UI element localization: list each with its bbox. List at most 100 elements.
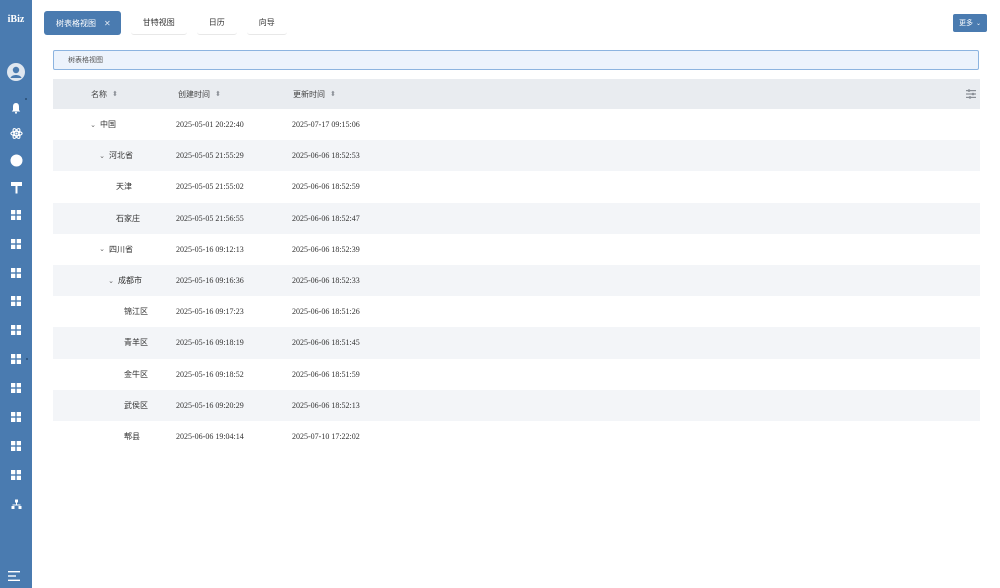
tab-tree-grid-view[interactable]: 树表格视图 ✕ xyxy=(44,11,121,35)
tree-grid: 名称 ⬍ 创建时间 ⬍ 更新时间 ⬍ ⌄ 中国 2025-05-01 20:22… xyxy=(53,79,980,452)
breadcrumb: 树表格视图 xyxy=(53,50,979,70)
cell-name: 锦江区 xyxy=(124,296,148,327)
cell-created: 2025-05-05 21:56:55 xyxy=(176,213,244,223)
tab-label: 向导 xyxy=(258,18,275,27)
chevron-down-icon[interactable]: ⌄ xyxy=(88,121,98,129)
indicator-dot xyxy=(26,358,28,360)
row-name: 金牛区 xyxy=(124,369,148,379)
column-header-label: 名称 xyxy=(91,89,107,99)
table-row[interactable]: ⌄ 河北省 2025-05-05 21:55:29 2025-06-06 18:5… xyxy=(53,140,980,172)
cell-name: 郫县 xyxy=(124,421,140,452)
cell-created: 2025-05-01 20:22:40 xyxy=(176,120,244,130)
grid-icon[interactable] xyxy=(7,321,25,339)
column-header-updated[interactable]: 更新时间 ⬍ xyxy=(293,79,336,109)
table-row[interactable]: 石家庄 2025-05-05 21:56:55 2025-06-06 18:52… xyxy=(53,202,980,234)
chevron-down-icon[interactable]: ⌄ xyxy=(97,245,107,253)
cell-name: ⌄ 河北省 xyxy=(97,140,133,171)
sort-icon[interactable]: ⬍ xyxy=(215,91,221,98)
grid-icon[interactable] xyxy=(7,235,25,253)
app-window: iBiz 树表格视图 ✕ 甘特视图 日历 向导 更多 ⌄ 树表格视图 名称 ⬍ … xyxy=(0,0,1000,588)
cell-created: 2025-05-05 21:55:29 xyxy=(176,151,244,161)
cell-created: 2025-05-16 09:20:29 xyxy=(176,400,244,410)
cell-name: ⌄ 四川省 xyxy=(97,234,133,265)
cell-updated: 2025-06-06 18:52:39 xyxy=(292,244,360,254)
tab-wizard[interactable]: 向导 xyxy=(246,11,287,35)
cell-created: 2025-05-16 09:18:52 xyxy=(176,369,244,379)
user-avatar-icon[interactable] xyxy=(6,62,26,82)
cell-created: 2025-05-16 09:12:13 xyxy=(176,244,244,254)
grid-icon[interactable] xyxy=(7,292,25,310)
cell-name: 武侯区 xyxy=(124,390,148,421)
column-settings-icon[interactable] xyxy=(966,89,976,99)
grid-icon[interactable] xyxy=(7,466,25,484)
cell-updated: 2025-06-06 18:52:53 xyxy=(292,151,360,161)
main-content: 树表格视图 ✕ 甘特视图 日历 向导 更多 ⌄ 树表格视图 名称 ⬍ 创建时间 … xyxy=(32,0,1000,588)
notification-dot xyxy=(25,98,27,100)
chevron-down-icon[interactable]: ⌄ xyxy=(106,277,116,285)
tab-gantt-view[interactable]: 甘特视图 xyxy=(130,11,187,35)
table-row[interactable]: ⌄ 四川省 2025-05-16 09:12:13 2025-06-06 18:5… xyxy=(53,234,980,265)
table-row[interactable]: 青羊区 2025-05-16 09:18:19 2025-06-06 18:51… xyxy=(53,327,980,359)
close-icon[interactable]: ✕ xyxy=(104,19,111,28)
more-button[interactable]: 更多 ⌄ xyxy=(953,14,987,32)
row-name: 石家庄 xyxy=(116,213,140,223)
grid-icon[interactable] xyxy=(7,437,25,455)
sitemap-icon[interactable] xyxy=(7,495,25,513)
grid-icon[interactable] xyxy=(7,408,25,426)
cell-updated: 2025-07-17 09:15:06 xyxy=(292,120,360,130)
grid-header: 名称 ⬍ 创建时间 ⬍ 更新时间 ⬍ xyxy=(53,79,980,109)
cell-updated: 2025-07-10 17:22:02 xyxy=(292,431,360,441)
table-row[interactable]: 天津 2025-05-05 21:55:02 2025-06-06 18:52:… xyxy=(53,171,980,202)
chevron-down-icon: ⌄ xyxy=(975,20,982,27)
cell-updated: 2025-06-06 18:52:13 xyxy=(292,400,360,410)
brand-logo[interactable]: iBiz xyxy=(0,14,32,25)
row-name: 武侯区 xyxy=(124,400,148,410)
tab-calendar[interactable]: 日历 xyxy=(196,11,237,35)
sort-icon[interactable]: ⬍ xyxy=(112,91,118,98)
cell-name: ⌄ 中国 xyxy=(88,109,116,140)
row-name: 青羊区 xyxy=(124,338,148,348)
view-tabs: 树表格视图 ✕ 甘特视图 日历 向导 xyxy=(44,11,297,35)
column-header-label: 更新时间 xyxy=(293,89,325,99)
cell-updated: 2025-06-06 18:51:59 xyxy=(292,369,360,379)
chevron-down-icon[interactable]: ⌄ xyxy=(97,152,107,160)
grid-icon[interactable] xyxy=(7,206,25,224)
atom-icon[interactable] xyxy=(7,124,25,142)
bell-icon[interactable] xyxy=(7,99,25,117)
table-row[interactable]: 郫县 2025-06-06 19:04:14 2025-07-10 17:22:… xyxy=(53,421,980,452)
row-name: 天津 xyxy=(116,182,132,192)
sidebar: iBiz xyxy=(0,0,32,588)
column-header-name[interactable]: 名称 ⬍ xyxy=(91,79,118,109)
breadcrumb-label: 树表格视图 xyxy=(68,57,103,64)
table-row[interactable]: 武侯区 2025-05-16 09:20:29 2025-06-06 18:52… xyxy=(53,389,980,421)
grid-icon[interactable] xyxy=(7,350,25,368)
grid-icon[interactable] xyxy=(7,379,25,397)
cell-name: 天津 xyxy=(116,171,132,202)
grid-body: ⌄ 中国 2025-05-01 20:22:40 2025-07-17 09:15… xyxy=(53,109,980,452)
cell-updated: 2025-06-06 18:52:33 xyxy=(292,276,360,286)
circle-icon[interactable] xyxy=(7,151,25,169)
grid-icon[interactable] xyxy=(7,264,25,282)
cell-created: 2025-05-16 09:16:36 xyxy=(176,276,244,286)
sort-icon[interactable]: ⬍ xyxy=(330,91,336,98)
tab-label: 甘特视图 xyxy=(142,18,175,27)
cell-created: 2025-06-06 19:04:14 xyxy=(176,431,244,441)
cell-created: 2025-05-16 09:17:23 xyxy=(176,307,244,317)
menu-toggle-icon[interactable] xyxy=(8,571,24,583)
cell-name: 金牛区 xyxy=(124,359,148,390)
row-name: 河北省 xyxy=(109,151,133,161)
cell-name: 石家庄 xyxy=(116,203,140,234)
table-row[interactable]: 金牛区 2025-05-16 09:18:52 2025-06-06 18:51… xyxy=(53,359,980,390)
column-header-created[interactable]: 创建时间 ⬍ xyxy=(178,79,221,109)
cell-updated: 2025-06-06 18:51:45 xyxy=(292,338,360,348)
tab-label: 日历 xyxy=(208,18,225,27)
table-row[interactable]: ⌄ 中国 2025-05-01 20:22:40 2025-07-17 09:15… xyxy=(53,109,980,140)
row-name: 郫县 xyxy=(124,431,140,441)
table-row[interactable]: 锦江区 2025-05-16 09:17:23 2025-06-06 18:51… xyxy=(53,296,980,327)
cell-updated: 2025-06-06 18:52:47 xyxy=(292,213,360,223)
column-header-label: 创建时间 xyxy=(178,89,210,99)
hammer-icon[interactable] xyxy=(7,178,25,196)
table-row[interactable]: ⌄ 成都市 2025-05-16 09:16:36 2025-06-06 18:5… xyxy=(53,264,980,297)
row-name: 锦江区 xyxy=(124,307,148,317)
cell-name: 青羊区 xyxy=(124,327,148,358)
